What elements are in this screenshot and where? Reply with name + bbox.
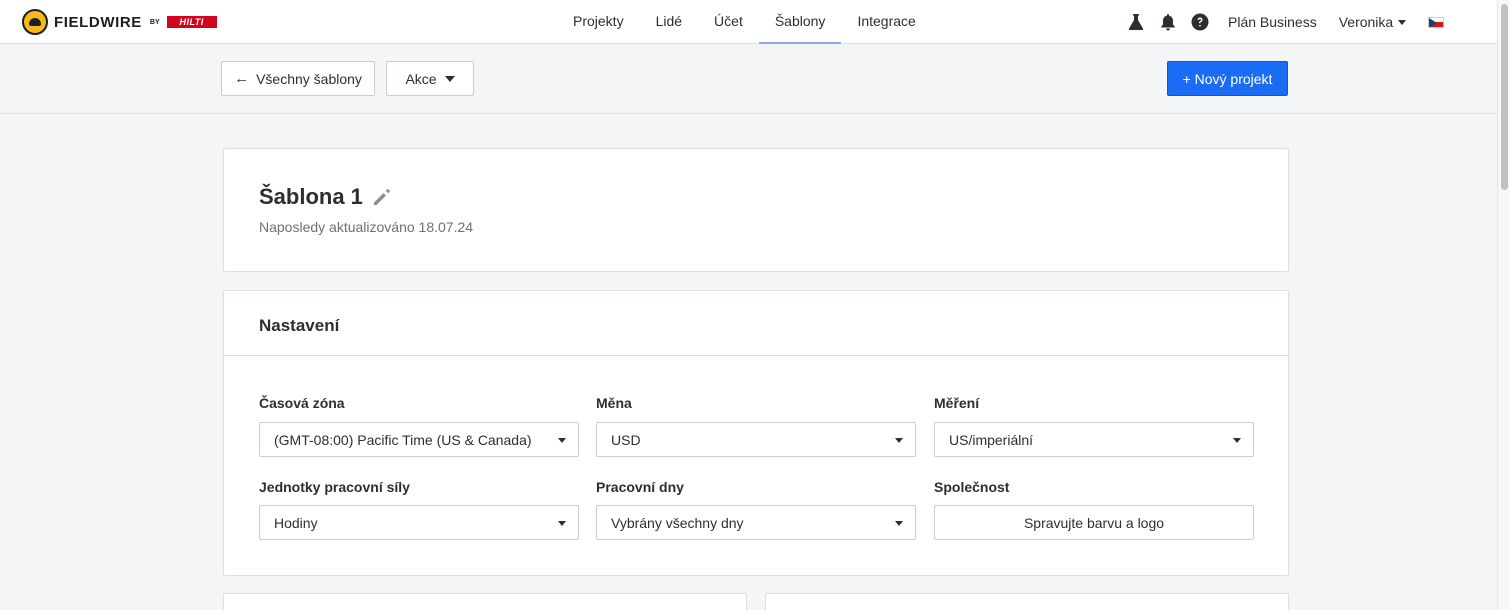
- caret-down-icon: [558, 438, 566, 443]
- main-nav: Projekty Lidé Účet Šablony Integrace: [557, 0, 932, 44]
- caret-down-icon: [895, 521, 903, 526]
- flask-icon[interactable]: [1126, 12, 1146, 32]
- page-scrollbar[interactable]: [1497, 0, 1510, 610]
- timezone-label: Časová zóna: [259, 395, 345, 411]
- caret-down-icon: [895, 438, 903, 443]
- actions-dropdown[interactable]: Akce: [386, 61, 474, 96]
- caret-down-icon: [558, 521, 566, 526]
- cz-flag-icon[interactable]: [1428, 16, 1445, 28]
- currency-value: USD: [611, 431, 641, 448]
- last-updated: Naposledy aktualizováno 18.07.24: [259, 219, 474, 235]
- work-days-select[interactable]: Vybrány všechny dny: [596, 505, 916, 540]
- scrollbar-thumb[interactable]: [1501, 4, 1508, 190]
- user-menu[interactable]: Veronika: [1338, 14, 1407, 30]
- caret-down-icon: [444, 75, 455, 82]
- currency-label: Měna: [596, 395, 632, 411]
- timezone-select[interactable]: (GMT-08:00) Pacific Time (US & Canada): [259, 422, 579, 457]
- help-icon[interactable]: [1190, 12, 1210, 32]
- labor-units-value: Hodiny: [274, 514, 318, 531]
- caret-down-icon: [1233, 438, 1241, 443]
- brand-by: BY: [149, 18, 160, 26]
- bottom-right-card: [765, 593, 1289, 610]
- brand-name: FIELDWIRE: [54, 13, 142, 31]
- timezone-value: (GMT-08:00) Pacific Time (US & Canada): [274, 431, 532, 448]
- manage-branding-button[interactable]: Spravujte barvu a logo: [934, 505, 1254, 540]
- bell-icon[interactable]: [1158, 12, 1178, 32]
- bottom-left-card: [223, 593, 747, 610]
- work-days-label: Pracovní dny: [596, 479, 684, 495]
- toolbar: ← Všechny šablony Akce + Nový projekt: [0, 44, 1497, 114]
- actions-label: Akce: [405, 70, 437, 87]
- new-project-button[interactable]: + Nový projekt: [1167, 61, 1288, 96]
- fieldwire-logo[interactable]: FIELDWIRE BY HILTI: [22, 9, 217, 35]
- template-title: Šablona 1: [259, 184, 392, 210]
- measurement-label: Měření: [934, 395, 980, 411]
- nav-projects[interactable]: Projekty: [557, 0, 640, 44]
- template-name: Šablona 1: [259, 184, 363, 209]
- user-name: Veronika: [1338, 14, 1394, 30]
- fieldwire-logo-icon: [22, 9, 48, 35]
- nav-integrations[interactable]: Integrace: [841, 0, 931, 44]
- all-templates-button[interactable]: ← Všechny šablony: [221, 61, 375, 96]
- work-days-value: Vybrány všechny dny: [611, 514, 744, 531]
- chevron-down-icon: [1398, 19, 1407, 25]
- top-navigation: FIELDWIRE BY HILTI Projekty Lidé Účet Ša…: [0, 0, 1497, 44]
- currency-select[interactable]: USD: [596, 422, 916, 457]
- plan-label[interactable]: Plán Business: [1228, 14, 1317, 30]
- settings-title: Nastavení: [259, 316, 340, 335]
- settings-header: Nastavení: [224, 291, 1288, 356]
- nav-people[interactable]: Lidé: [640, 0, 698, 44]
- nav-right: Plán Business Veronika: [1126, 0, 1445, 44]
- company-label: Společnost: [934, 479, 1010, 495]
- nav-account[interactable]: Účet: [698, 0, 759, 44]
- nav-templates[interactable]: Šablony: [758, 0, 842, 44]
- labor-units-label: Jednotky pracovní síly: [259, 479, 410, 495]
- labor-units-select[interactable]: Hodiny: [259, 505, 579, 540]
- measurement-value: US/imperiální: [949, 431, 1034, 448]
- arrow-left-icon: ←: [234, 70, 250, 87]
- hilti-logo: HILTI: [166, 16, 217, 28]
- template-header-card: Šablona 1 Naposledy aktualizováno 18.07.…: [223, 148, 1289, 272]
- all-templates-label: Všechny šablony: [256, 70, 362, 87]
- settings-card: Nastavení Časová zóna (GMT-08:00) Pacifi…: [223, 290, 1289, 576]
- pencil-icon[interactable]: [372, 187, 392, 207]
- measurement-select[interactable]: US/imperiální: [934, 422, 1254, 457]
